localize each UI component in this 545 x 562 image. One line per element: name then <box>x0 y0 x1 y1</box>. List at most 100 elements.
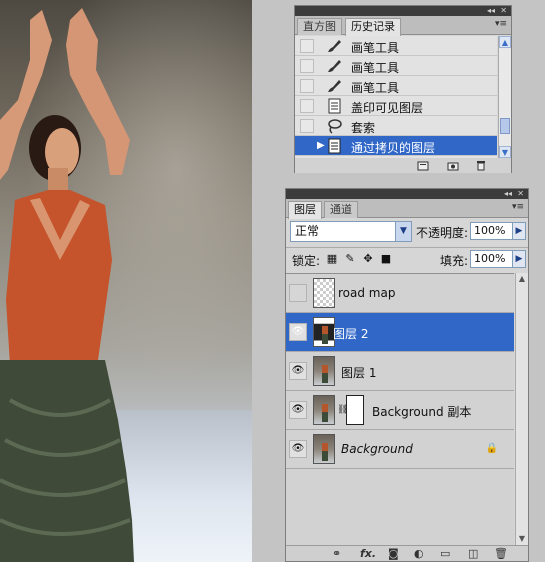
eye-icon[interactable]: 👁 <box>289 323 307 341</box>
layer-name: Background 副本 <box>372 405 472 419</box>
document-icon <box>328 138 341 154</box>
layer-options-row: 正常 ▼ 不透明度: 100% ▶ <box>286 219 528 245</box>
opacity-arrow-icon[interactable]: ▶ <box>512 222 526 240</box>
document-icon <box>328 98 341 114</box>
eye-icon[interactable]: 👁 <box>289 401 307 419</box>
history-checkbox[interactable] <box>300 79 314 93</box>
layers-tabs: 图层 通道 ▾≡ <box>286 199 528 219</box>
tab-histogram[interactable]: 直方图 <box>297 18 342 35</box>
fill-arrow-icon[interactable]: ▶ <box>512 250 526 268</box>
history-item-label: 套索 <box>351 121 376 135</box>
lock-position-icon[interactable]: ✥ <box>362 253 374 265</box>
close-icon[interactable]: ✕ <box>500 6 507 16</box>
document-canvas[interactable] <box>0 0 252 562</box>
scroll-thumb[interactable] <box>500 118 510 134</box>
history-checkbox[interactable] <box>300 59 314 73</box>
eye-icon[interactable]: 👁 <box>289 440 307 458</box>
fill-label: 填充: <box>440 254 469 268</box>
delete-icon[interactable]: 🗑 <box>494 547 508 561</box>
adjustment-layer-icon[interactable]: ◐ <box>414 547 424 561</box>
layer-thumbnail <box>313 278 335 308</box>
layer-row-background-copy[interactable]: 👁 ⛓ Background 副本 <box>286 391 514 430</box>
fill-field[interactable]: 100% <box>470 250 514 268</box>
new-document-from-state-icon[interactable] <box>417 160 429 171</box>
layers-bottom-bar: ⚭ fx. ◙ ◐ ▭ ◫ 🗑 <box>286 545 528 561</box>
lasso-icon <box>328 119 342 134</box>
history-item-label: 画笔工具 <box>351 81 400 95</box>
history-item[interactable]: 盖印可见图层 <box>295 96 497 116</box>
history-scrollbar[interactable]: ▲ ▼ <box>498 36 511 158</box>
photoshop-workspace: ◂◂ ✕ 直方图 历史记录 ▾≡ 画笔工具 画笔工具 画笔工具 盖印可见图层 套… <box>0 0 545 562</box>
layers-list: road map 👁 图层 2 👁 图层 1 👁 ⛓ Background 副本 <box>286 273 514 545</box>
visibility-toggle[interactable] <box>289 284 307 302</box>
opacity-label: 不透明度: <box>416 226 469 240</box>
history-item[interactable]: 画笔工具 <box>295 56 497 76</box>
history-item[interactable]: 画笔工具 <box>295 76 497 96</box>
brush-icon <box>328 80 341 92</box>
lock-label: 锁定: <box>292 254 321 268</box>
lock-pixels-icon[interactable]: ✎ <box>344 253 356 265</box>
dancer-image <box>0 8 134 562</box>
close-icon[interactable]: ✕ <box>517 189 524 199</box>
delete-icon[interactable] <box>475 160 487 171</box>
history-item-selected[interactable]: ▶ 通过拷贝的图层 <box>295 136 497 156</box>
layer-name: Background <box>341 442 413 456</box>
history-checkbox[interactable] <box>300 99 314 113</box>
layer-name: 图层 1 <box>341 366 377 380</box>
lock-icon: 🔒 <box>485 443 498 454</box>
history-item-label: 盖印可见图层 <box>351 101 424 115</box>
collapse-icon[interactable]: ◂◂ <box>487 6 495 16</box>
lock-transparent-icon[interactable]: ▦ <box>326 253 338 265</box>
lock-all-icon[interactable]: ■ <box>380 253 392 265</box>
layer-name: 图层 2 <box>333 327 369 341</box>
collapse-icon[interactable]: ◂◂ <box>504 189 512 199</box>
layer-row-road-map[interactable]: road map <box>286 274 514 313</box>
layers-scrollbar[interactable]: ▲ ▼ <box>515 273 528 545</box>
scroll-up-icon[interactable]: ▲ <box>516 273 528 285</box>
history-item-label: 画笔工具 <box>351 61 400 75</box>
tab-layers[interactable]: 图层 <box>288 201 322 219</box>
fx-icon[interactable]: fx. <box>360 547 376 561</box>
panel-menu-icon[interactable]: ▾≡ <box>495 19 507 29</box>
history-list: 画笔工具 画笔工具 画笔工具 盖印可见图层 套索 ▶ 通过拷贝的图层 <box>295 36 497 158</box>
opacity-field[interactable]: 100% <box>470 222 514 240</box>
eye-icon[interactable]: 👁 <box>289 362 307 380</box>
history-item[interactable]: 画笔工具 <box>295 36 497 56</box>
history-checkbox[interactable] <box>300 119 314 133</box>
chevron-down-icon[interactable]: ▼ <box>395 222 411 241</box>
scroll-down-icon[interactable]: ▼ <box>516 533 528 545</box>
link-icon[interactable]: ⚭ <box>332 547 341 561</box>
scroll-down-icon[interactable]: ▼ <box>499 146 511 158</box>
brush-icon <box>328 40 341 52</box>
new-layer-icon[interactable]: ◫ <box>468 547 478 561</box>
brush-icon <box>328 60 341 72</box>
panel-titlebar[interactable]: ◂◂ ✕ <box>286 189 528 199</box>
blend-mode-select[interactable]: 正常 ▼ <box>290 221 412 242</box>
layer-thumbnail <box>313 395 335 425</box>
history-item-label: 通过拷贝的图层 <box>351 141 436 155</box>
panel-menu-icon[interactable]: ▾≡ <box>512 202 524 212</box>
scroll-up-icon[interactable]: ▲ <box>499 36 511 48</box>
layer-row-layer-2[interactable]: 👁 图层 2 <box>286 313 514 352</box>
history-checkbox[interactable] <box>300 139 314 153</box>
history-tabs: 直方图 历史记录 ▾≡ <box>295 16 511 36</box>
layer-mask-thumbnail[interactable] <box>346 395 364 425</box>
tab-history[interactable]: 历史记录 <box>345 18 401 36</box>
history-bottom-bar <box>295 158 511 173</box>
history-panel: ◂◂ ✕ 直方图 历史记录 ▾≡ 画笔工具 画笔工具 画笔工具 盖印可见图层 套… <box>294 5 512 173</box>
layer-thumbnail <box>313 434 335 464</box>
layer-thumbnail <box>313 356 335 386</box>
add-mask-icon[interactable]: ◙ <box>388 547 399 561</box>
blend-mode-value: 正常 <box>295 224 320 238</box>
layer-thumbnail <box>313 317 335 347</box>
panel-titlebar[interactable]: ◂◂ ✕ <box>295 6 511 16</box>
layer-row-background[interactable]: 👁 Background 🔒 <box>286 430 514 469</box>
layer-name: road map <box>338 286 396 300</box>
layer-row-layer-1[interactable]: 👁 图层 1 <box>286 352 514 391</box>
new-snapshot-icon[interactable] <box>447 160 459 171</box>
new-group-icon[interactable]: ▭ <box>440 547 450 561</box>
layers-panel: ◂◂ ✕ 图层 通道 ▾≡ 正常 ▼ 不透明度: 100% ▶ 锁定: ▦ ✎ … <box>285 188 529 562</box>
history-checkbox[interactable] <box>300 39 314 53</box>
tab-channels[interactable]: 通道 <box>324 201 358 218</box>
history-item[interactable]: 套索 <box>295 116 497 136</box>
